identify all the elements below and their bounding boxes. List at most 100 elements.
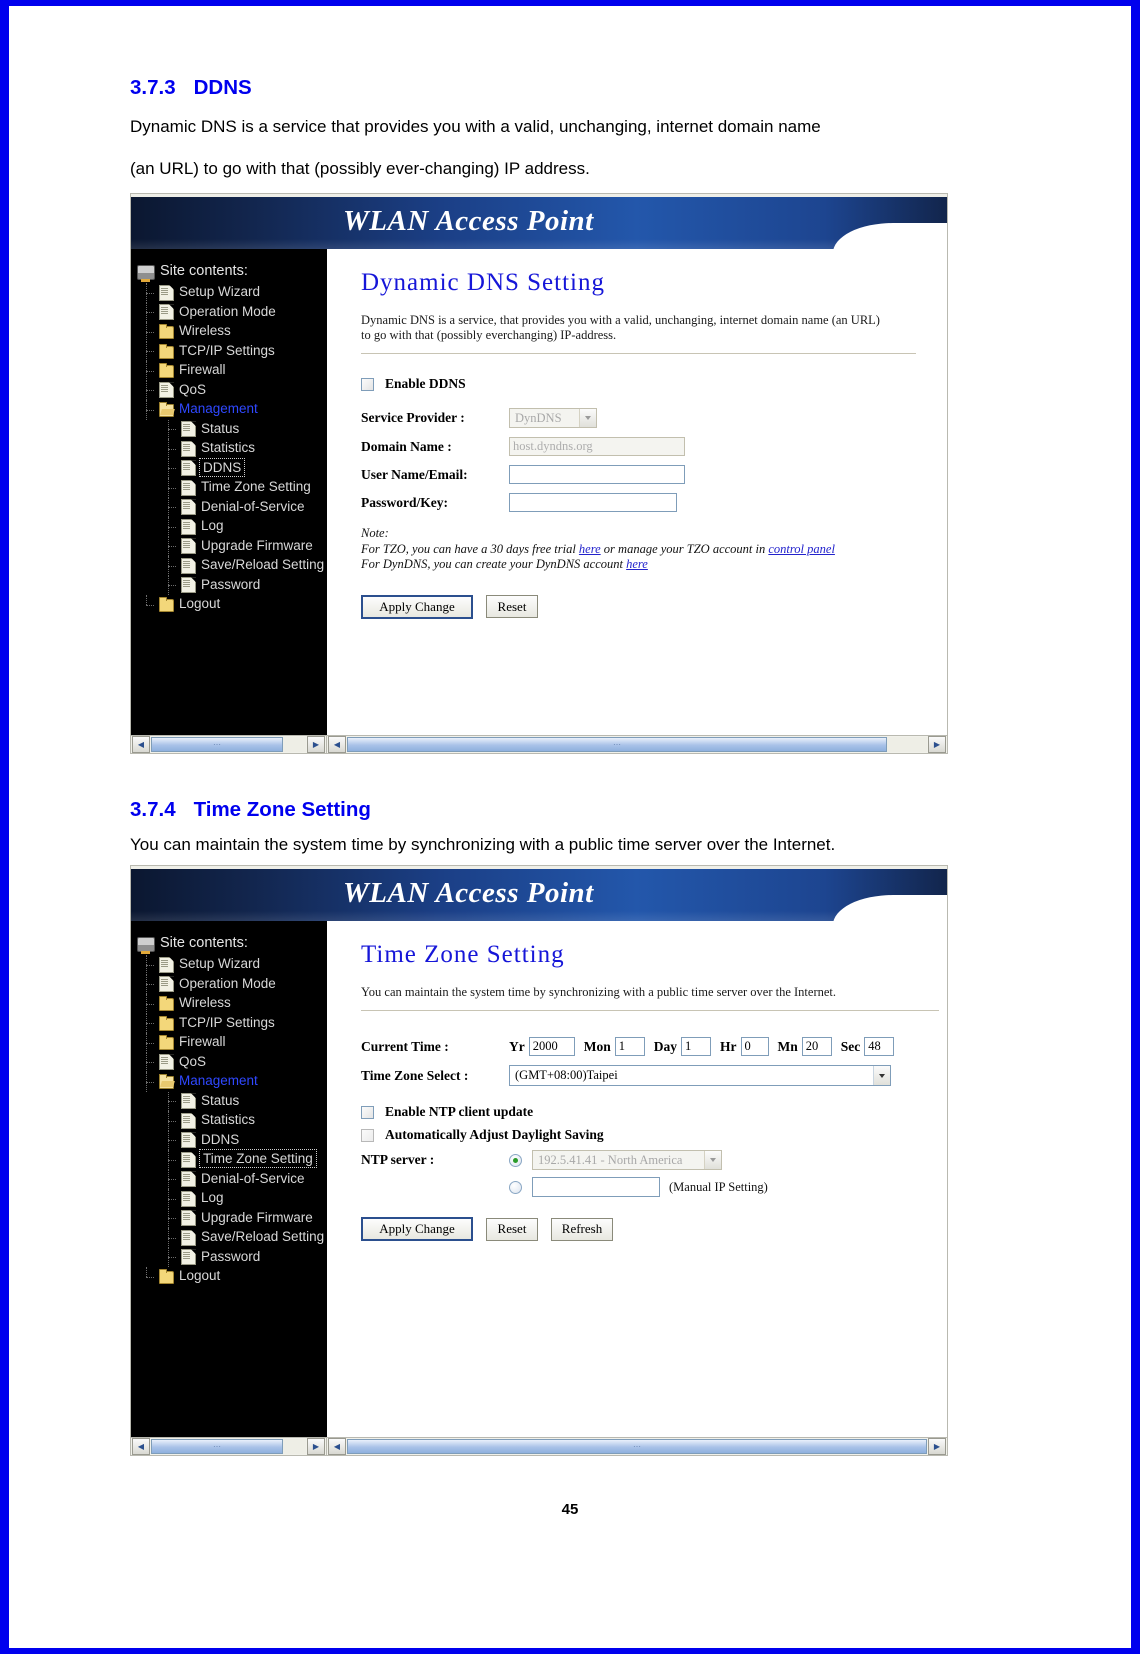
- username-email-input[interactable]: [509, 465, 685, 484]
- time-value-day: 1: [685, 1039, 692, 1053]
- sidebar-item-status[interactable]: Status: [137, 1091, 327, 1112]
- time-input-day[interactable]: 1: [681, 1037, 711, 1056]
- tzo-trial-link[interactable]: here: [579, 542, 601, 556]
- pane-title-2: Time Zone Setting: [361, 941, 565, 968]
- sidebar-item-setup-wizard[interactable]: Setup Wizard: [137, 283, 327, 303]
- sidebar-item-ddns[interactable]: DDNS: [137, 1130, 327, 1151]
- banner-title: WLAN Access Point: [343, 205, 594, 237]
- time-unit-label-mon: Mon: [583, 1038, 611, 1054]
- sidebar-item-password[interactable]: Password: [137, 575, 327, 596]
- sidebar-scrollbar-2[interactable]: ◀ ⋯ ▶: [131, 1438, 327, 1455]
- service-provider-select[interactable]: DynDNS: [509, 408, 597, 428]
- apply-change-button-2[interactable]: Apply Change: [361, 1217, 473, 1241]
- time-input-sec[interactable]: 48: [864, 1037, 895, 1056]
- scroll-left-icon-2[interactable]: ◀: [132, 1438, 150, 1455]
- pane-scroll-thumb-2[interactable]: ⋯: [347, 1439, 927, 1454]
- sidebar-scroll-track[interactable]: ⋯: [151, 737, 306, 752]
- document-content: 3.7.3 DDNS Dynamic DNS is a service that …: [130, 76, 970, 1456]
- time-input-mon[interactable]: 1: [614, 1037, 645, 1056]
- refresh-button[interactable]: Refresh: [551, 1217, 613, 1241]
- daylight-saving-label: Automatically Adjust Daylight Saving: [385, 1127, 604, 1142]
- page-icon: [181, 1093, 196, 1110]
- sidebar-item-setup-wizard[interactable]: Setup Wizard: [137, 955, 327, 975]
- scroll-left-icon[interactable]: ◀: [132, 736, 150, 753]
- pane-scrollbar[interactable]: ◀ ⋯ ▶: [327, 736, 947, 753]
- enable-ddns-checkbox[interactable]: [361, 377, 374, 391]
- sidebar-root-site-contents[interactable]: Site contents:: [137, 261, 327, 283]
- sidebar-item-label: Upgrade Firmware: [201, 537, 313, 553]
- sidebar-scroll-thumb[interactable]: ⋯: [151, 737, 283, 752]
- scroll-right-icon-2[interactable]: ▶: [307, 1438, 325, 1455]
- pane-scroll-right-icon-2[interactable]: ▶: [928, 1438, 946, 1455]
- ntp-preset-select[interactable]: 192.5.41.41 - North America: [532, 1150, 722, 1170]
- sidebar-item-firewall[interactable]: Firewall: [137, 1033, 327, 1053]
- daylight-saving-checkbox[interactable]: [361, 1128, 374, 1142]
- pane-scroll-left-icon-2[interactable]: ◀: [328, 1438, 346, 1455]
- sidebar-item-qos[interactable]: QoS: [137, 380, 327, 401]
- sidebar-item-logout[interactable]: Logout: [137, 1267, 327, 1287]
- sidebar-item-log[interactable]: Log: [137, 1189, 327, 1209]
- sidebar-item-denial-of-service[interactable]: Denial-of-Service: [137, 497, 327, 518]
- sidebar-item-save-reload-setting[interactable]: Save/Reload Setting: [137, 1228, 327, 1248]
- service-provider-row: Service Provider : DynDNS: [361, 408, 947, 428]
- sidebar-scroll-track-2[interactable]: ⋯: [151, 1439, 306, 1454]
- sidebar-item-time-zone-setting[interactable]: Time Zone Setting: [137, 478, 327, 498]
- sidebar-item-denial-of-service[interactable]: Denial-of-Service: [137, 1169, 327, 1190]
- pane-scroll-right-icon[interactable]: ▶: [928, 736, 946, 753]
- time-input-yr[interactable]: 2000: [528, 1037, 575, 1056]
- scroll-right-icon[interactable]: ▶: [307, 736, 325, 753]
- ntp-preset-radio[interactable]: [509, 1153, 522, 1167]
- reset-button[interactable]: Reset: [486, 595, 538, 618]
- sidebar-item-time-zone-setting[interactable]: Time Zone Setting: [137, 1149, 327, 1170]
- sidebar-item-status[interactable]: Status: [137, 419, 327, 440]
- sidebar-item-tcp-ip-settings[interactable]: TCP/IP Settings: [137, 1013, 327, 1034]
- note-tzo-text-a: For TZO, you can have a 30 days free tri…: [361, 541, 579, 556]
- sidebar-root-site-contents-2[interactable]: Site contents:: [137, 933, 327, 955]
- sidebar-item-label: Wireless: [179, 323, 231, 339]
- sidebar-item-qos[interactable]: QoS: [137, 1052, 327, 1073]
- sidebar-item-label: Time Zone Setting: [201, 479, 311, 495]
- apply-change-button[interactable]: Apply Change: [361, 594, 473, 619]
- reset-button-2[interactable]: Reset: [486, 1217, 538, 1241]
- enable-ntp-checkbox[interactable]: [361, 1105, 374, 1119]
- pane-scroll-thumb[interactable]: ⋯: [347, 737, 887, 752]
- ntp-manual-radio[interactable]: [509, 1180, 522, 1194]
- sidebar-item-management[interactable]: Management: [137, 1072, 327, 1092]
- sidebar-item-firewall[interactable]: Firewall: [137, 361, 327, 381]
- pane-scroll-left-icon[interactable]: ◀: [328, 736, 346, 753]
- page-number: 45: [561, 1501, 579, 1518]
- ntp-manual-input[interactable]: [532, 1177, 660, 1197]
- sidebar-item-log[interactable]: Log: [137, 517, 327, 537]
- sidebar-item-upgrade-firmware[interactable]: Upgrade Firmware: [137, 536, 327, 557]
- sidebar-item-tcp-ip-settings[interactable]: TCP/IP Settings: [137, 341, 327, 362]
- sidebar-scroll-thumb-2[interactable]: ⋯: [151, 1439, 283, 1454]
- sidebar-item-statistics[interactable]: Statistics: [137, 439, 327, 459]
- sidebar-item-ddns[interactable]: DDNS: [137, 457, 327, 479]
- sidebar-item-label: Logout: [179, 596, 221, 612]
- sidebar-item-statistics[interactable]: Statistics: [137, 1111, 327, 1131]
- sidebar-item-logout[interactable]: Logout: [137, 595, 327, 615]
- section-paragraph-2: You can maintain the system time by sync…: [130, 835, 836, 854]
- sidebar-item-save-reload-setting[interactable]: Save/Reload Setting: [137, 556, 327, 576]
- sidebar-item-operation-mode[interactable]: Operation Mode: [137, 302, 327, 323]
- time-input-mn[interactable]: 20: [801, 1037, 832, 1056]
- product-banner-2: WLAN Access Point: [131, 869, 947, 921]
- sidebar-item-wireless[interactable]: Wireless: [137, 994, 327, 1014]
- sidebar-item-password[interactable]: Password: [137, 1247, 327, 1268]
- password-key-input[interactable]: [509, 493, 677, 512]
- pane-scrollbar-2[interactable]: ◀ ⋯ ▶: [327, 1438, 947, 1455]
- sidebar-item-operation-mode[interactable]: Operation Mode: [137, 974, 327, 995]
- dyndns-account-link[interactable]: here: [626, 557, 648, 571]
- sidebar-scrollbar[interactable]: ◀ ⋯ ▶: [131, 736, 327, 753]
- pane-scroll-track[interactable]: ⋯: [347, 737, 927, 752]
- sidebar-item-label: DDNS: [201, 1131, 240, 1147]
- domain-name-input[interactable]: host.dyndns.org: [509, 437, 685, 456]
- tzo-control-panel-link[interactable]: control panel: [768, 542, 835, 556]
- time-zone-select[interactable]: (GMT+08:00)Taipei: [509, 1065, 891, 1086]
- sidebar-item-management[interactable]: Management: [137, 400, 327, 420]
- time-input-hr[interactable]: 0: [740, 1037, 769, 1056]
- sidebar-item-wireless[interactable]: Wireless: [137, 322, 327, 342]
- ddns-note: Note: For TZO, you can have a 30 days fr…: [361, 526, 947, 573]
- pane-scroll-track-2[interactable]: ⋯: [347, 1439, 927, 1454]
- sidebar-item-upgrade-firmware[interactable]: Upgrade Firmware: [137, 1208, 327, 1229]
